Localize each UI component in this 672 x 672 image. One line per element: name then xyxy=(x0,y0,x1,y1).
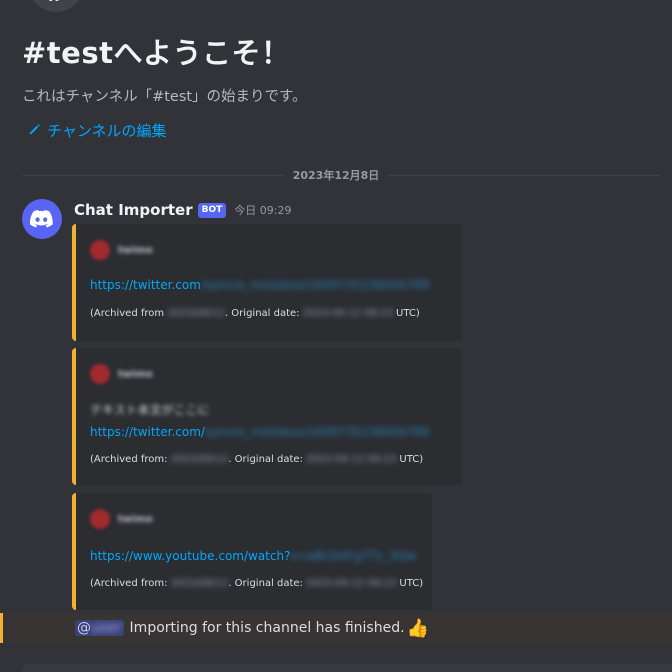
embed-archive-info: (Archived from 2023/09/12. Original date… xyxy=(90,308,420,319)
embed-author-name: twimo xyxy=(118,368,153,380)
pencil-icon xyxy=(28,122,41,140)
mention-message-row: @user Importing for this channel has fin… xyxy=(0,613,672,643)
utc-label: UTC) xyxy=(399,454,424,465)
message-header: Chat Importer BOT 今日 09:29 xyxy=(74,201,291,219)
user-mention[interactable]: @user xyxy=(75,620,124,636)
original-label: . Original date: xyxy=(228,454,303,465)
system-message-text: Importing for this channel has finished. xyxy=(129,620,405,636)
embed-link[interactable]: https://www.youtube.com/watch?v=aBcDeFg7… xyxy=(90,549,416,563)
embed-link[interactable]: https://twitter.com/syncro_m/status/1609… xyxy=(90,425,429,439)
channel-hash-icon: # xyxy=(28,0,84,12)
original-hidden: 2023-09-12 09:23 xyxy=(302,308,393,319)
embed-card: twimo https://twitter.com/syncro_m/statu… xyxy=(72,224,462,341)
embed-link-hidden: syncro_m/status/1609735238456789 xyxy=(204,425,430,439)
mention-prefix: @ xyxy=(77,620,91,636)
edit-channel-label: チャンネルの編集 xyxy=(47,122,167,140)
bot-badge: BOT xyxy=(197,202,227,218)
original-hidden: 2023-09-12 09:23 xyxy=(306,578,397,589)
archived-label: (Archived from: xyxy=(90,578,168,589)
embed-author-name: twimo xyxy=(118,513,153,525)
original-label: . Original date: xyxy=(224,308,300,319)
message-input-bar[interactable] xyxy=(22,664,672,672)
embed-author-name: twimo xyxy=(118,244,153,256)
edit-channel-link[interactable]: チャンネルの編集 xyxy=(28,120,167,141)
utc-label: UTC) xyxy=(399,578,424,589)
embed-link-hidden: v=aBcDeFg7Tx_3Qw xyxy=(290,549,416,563)
archived-label: (Archived from xyxy=(90,308,165,319)
embed-link-prefix: https://www.youtube.com/watch? xyxy=(90,549,291,563)
original-hidden: 2023-09-12 09:23 xyxy=(306,454,397,465)
embed-author-icon xyxy=(90,509,110,529)
bot-avatar[interactable] xyxy=(22,199,62,239)
welcome-subtitle: これはチャンネル「#test」の始まりです。 xyxy=(22,89,307,105)
discord-logo-icon xyxy=(30,210,53,228)
embed-card: twimo https://www.youtube.com/watch?v=aB… xyxy=(72,493,432,610)
archived-hidden: 2023/09/12 xyxy=(170,454,229,465)
embed-description: テキスト本文がここに xyxy=(90,403,210,417)
message-timestamp[interactable]: 今日 09:29 xyxy=(234,202,291,218)
archived-hidden: 2023/09/12 xyxy=(167,308,225,319)
embed-archive-info: (Archived from: 2023/09/12. Original dat… xyxy=(90,578,423,589)
embed-link-prefix: https://twitter.com/ xyxy=(90,425,205,439)
archived-label: (Archived from: xyxy=(90,454,168,465)
mention-hidden-name: user xyxy=(91,620,122,636)
embed-link-prefix: https://twitter.com xyxy=(90,278,201,292)
utc-label: UTC) xyxy=(396,308,420,319)
original-label: . Original date: xyxy=(228,578,303,589)
embed-link[interactable]: https://twitter.com/syncro_m/status/1609… xyxy=(90,278,429,292)
embed-author-icon xyxy=(90,364,110,384)
embed-author: twimo xyxy=(90,364,153,384)
thumbs-up-icon: 👍 xyxy=(406,617,429,639)
embed-author: twimo xyxy=(90,509,153,529)
archived-hidden: 2023/09/12 xyxy=(170,578,229,589)
embed-link-hidden: /syncro_m/status/1609735238456789 xyxy=(200,278,430,292)
date-divider-label: 2023年12月8日 xyxy=(284,167,388,183)
embed-card: twimo テキスト本文がここに https://twitter.com/syn… xyxy=(72,348,462,485)
embed-author-icon xyxy=(90,240,110,260)
author-name[interactable]: Chat Importer xyxy=(74,201,193,219)
embed-author: twimo xyxy=(90,240,153,260)
embed-archive-info: (Archived from: 2023/09/12. Original dat… xyxy=(90,454,423,465)
welcome-title: #testへようこそ！ xyxy=(22,36,291,70)
